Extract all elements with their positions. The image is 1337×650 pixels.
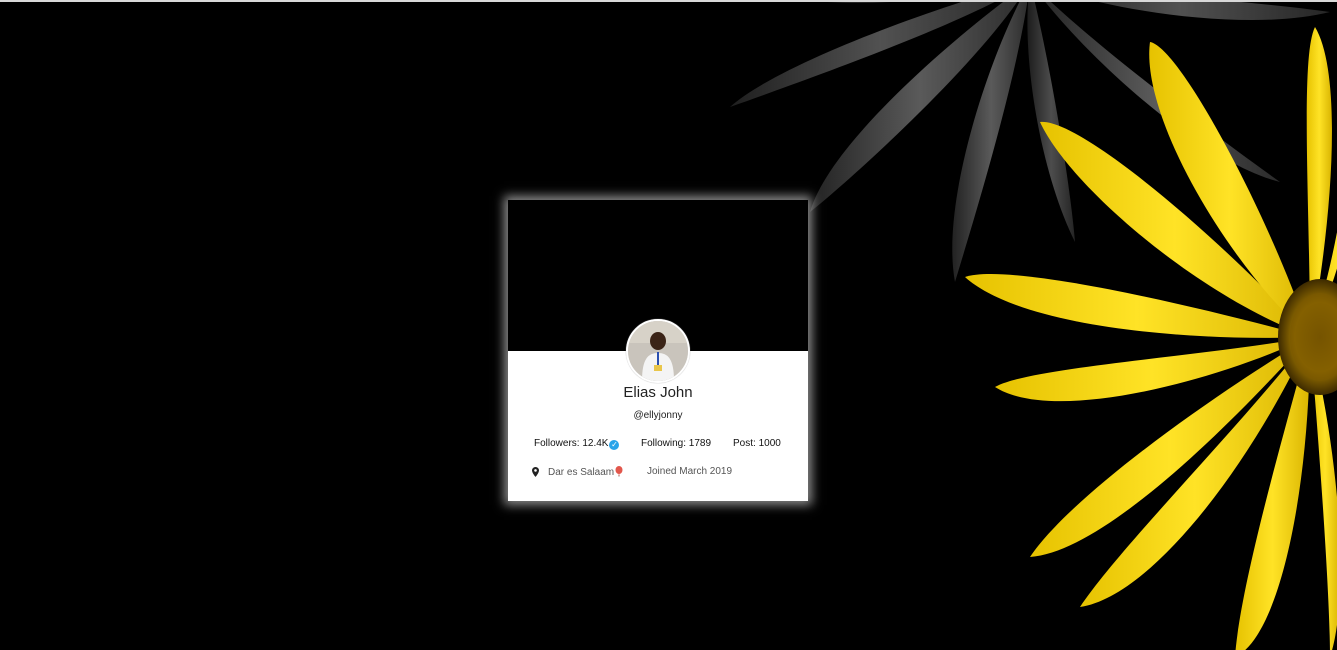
followers-stat[interactable]: Followers: 12.4K ✓ (534, 438, 620, 450)
verified-badge-icon: ✓ (609, 440, 620, 450)
map-pin-icon (532, 467, 539, 477)
following-stat[interactable]: Following: 1789 (641, 438, 711, 449)
posts-stat[interactable]: Post: 1000 (733, 438, 781, 449)
joined-date: Joined March 2019 (647, 466, 733, 477)
avatar[interactable] (626, 319, 690, 383)
location-text: Dar es Salaam (548, 467, 615, 478)
location-item: Dar es Salaam (548, 466, 623, 478)
avatar-image (628, 321, 688, 381)
page-background: Elias John @ellyjonny Followers: 12.4K ✓ … (0, 0, 1337, 650)
profile-card: Elias John @ellyjonny Followers: 12.4K ✓ … (508, 200, 808, 501)
profile-name: Elias John (623, 384, 693, 401)
followers-label: Followers: 12.4K (534, 438, 609, 449)
balloon-icon (615, 466, 623, 477)
profile-handle[interactable]: @ellyjonny (508, 410, 808, 421)
